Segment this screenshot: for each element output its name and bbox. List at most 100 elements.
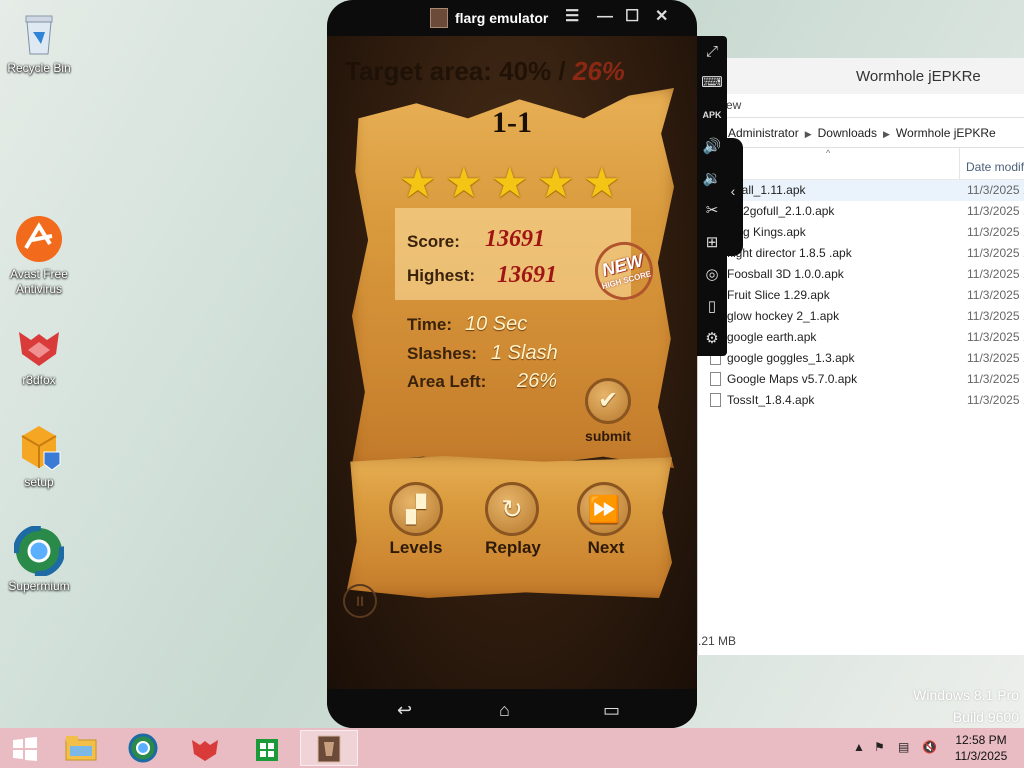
- file-date: 11/3/2025 1: [967, 183, 1024, 197]
- add-window-icon[interactable]: ⊞: [701, 232, 723, 254]
- supermium-icon[interactable]: [114, 730, 172, 766]
- volume-up-icon[interactable]: 🔊: [701, 136, 723, 158]
- file-date: 11/3/2025 1: [967, 246, 1024, 260]
- start-icon[interactable]: [0, 730, 50, 766]
- desktop-icon-label: Supermium: [8, 579, 70, 593]
- watermark-line2: Build 9600: [952, 709, 1019, 725]
- submit-check-icon[interactable]: ✔: [585, 378, 631, 424]
- maximize-button[interactable]: ☐: [625, 8, 639, 26]
- breadcrumb-item[interactable]: Wormhole jEPKRe: [896, 126, 996, 140]
- flag-icon[interactable]: ⚑: [874, 740, 885, 754]
- file-row[interactable]: flight director 1.8.5 .apk 11/3/2025 1: [698, 243, 1024, 264]
- taskbar-clock[interactable]: 12:58 PM 11/3/2025: [945, 732, 1017, 764]
- screenshot-scissors-icon[interactable]: ✂: [701, 200, 723, 222]
- breadcrumb-chevron-icon: ▶: [882, 129, 890, 139]
- next-label[interactable]: Next: [566, 538, 646, 558]
- file-row[interactable]: eBall_1.11.apk 11/3/2025 1: [698, 180, 1024, 201]
- target-area-value: 26%: [572, 56, 625, 86]
- area-left-value: 26%: [517, 370, 558, 392]
- desktop-icon-r3dfox[interactable]: r3dfox: [0, 320, 78, 388]
- file-name: Fruit Slice 1.29.apk: [727, 288, 830, 302]
- home-button[interactable]: ⌂: [499, 700, 510, 721]
- volume-muted-icon[interactable]: 🔇: [922, 740, 937, 754]
- score-label: Score:: [407, 232, 460, 251]
- desktop-icon-recycle-bin[interactable]: Recycle Bin: [0, 8, 78, 76]
- replay-label[interactable]: Replay: [473, 538, 553, 558]
- replay-button[interactable]: ↻: [485, 482, 539, 536]
- flarg-emulator-icon[interactable]: [300, 730, 358, 766]
- star-icon: ★: [537, 159, 575, 206]
- chevron-left-icon: ‹: [730, 183, 736, 199]
- back-button[interactable]: ↩: [397, 700, 412, 721]
- file-date: 11/3/2025 1: [967, 309, 1024, 323]
- file-date: 11/3/2025 1: [967, 372, 1024, 386]
- location-icon[interactable]: ◎: [701, 264, 723, 286]
- highest-label: Highest:: [407, 266, 475, 285]
- time-label: Time:: [407, 315, 453, 334]
- breadcrumb-item[interactable]: Downloads: [818, 126, 877, 140]
- game-screen[interactable]: Target area: 40% / 26% 1-1 ★ ★ ★ ★ ★ Sco…: [327, 36, 697, 689]
- keyboard-icon[interactable]: ⌨: [701, 72, 723, 94]
- settings-icon[interactable]: ⚙: [701, 328, 723, 350]
- file-explorer-window[interactable]: Wormhole jEPKRe ew Administrator ▶ Downloa…: [697, 58, 1024, 655]
- volume-down-icon[interactable]: 🔉: [701, 168, 723, 190]
- levels-button[interactable]: ▞: [389, 482, 443, 536]
- level-number: 1-1: [492, 106, 532, 139]
- file-row[interactable]: Google Maps v5.7.0.apk 11/3/2025 1: [698, 369, 1024, 390]
- file-name: Foosball 3D 1.0.0.apk: [727, 267, 844, 281]
- column-header-date[interactable]: Date modif: [966, 160, 1024, 174]
- desktop-icon-label: r3dfox: [22, 373, 56, 387]
- recents-button[interactable]: ▭: [603, 700, 620, 721]
- emulator-window[interactable]: flarg emulator ☰ — ☐ ✕ Target area: 40% …: [327, 0, 697, 728]
- r3dfox-icon[interactable]: [176, 730, 234, 766]
- store-icon[interactable]: [238, 730, 296, 766]
- explorer-title: Wormhole jEPKRe: [698, 58, 1024, 94]
- target-area-label: Target area: 40% /: [345, 56, 566, 86]
- levels-label[interactable]: Levels: [376, 538, 456, 558]
- file-row[interactable]: google earth.apk 11/3/2025 1: [698, 327, 1024, 348]
- apk-install-icon[interactable]: APK: [701, 104, 723, 126]
- emulator-titlebar[interactable]: flarg emulator ☰ — ☐ ✕: [327, 0, 697, 36]
- next-button[interactable]: ⏩: [577, 482, 631, 536]
- score-value: 13691: [485, 226, 545, 252]
- r3dfox-icon: [14, 320, 64, 370]
- file-date: 11/3/2025 1: [967, 267, 1024, 281]
- address-bar[interactable]: Administrator ▶ Downloads ▶ Wormhole jEPKRe: [698, 118, 1024, 148]
- file-explorer-icon[interactable]: [52, 730, 110, 766]
- network-icon[interactable]: ▤: [898, 740, 909, 754]
- desktop-icon-supermium[interactable]: Supermium: [0, 525, 78, 594]
- shake-icon[interactable]: ▯: [701, 296, 723, 318]
- pause-button[interactable]: II: [343, 584, 377, 618]
- desktop-icon-avast[interactable]: Avast Free Antivirus: [0, 214, 78, 297]
- minimize-button[interactable]: —: [597, 8, 613, 26]
- flarg-logo-icon: [430, 8, 448, 28]
- file-name: ain2gofull_2.1.0.apk: [727, 204, 835, 218]
- submit-label[interactable]: submit: [568, 428, 648, 444]
- chevron-up-icon[interactable]: ▲: [853, 740, 865, 754]
- explorer-ribbon-tab[interactable]: ew: [698, 94, 1024, 118]
- emulator-title: flarg emulator: [455, 10, 549, 26]
- setup-icon: [14, 422, 64, 472]
- avast-icon: [14, 214, 64, 264]
- recycle-bin-icon: [14, 8, 64, 58]
- file-row[interactable]: glow hockey 2_1.apk 11/3/2025 1: [698, 306, 1024, 327]
- file-row[interactable]: Foosball 3D 1.0.0.apk 11/3/2025 1: [698, 264, 1024, 285]
- file-date: 11/3/2025 1: [967, 330, 1024, 344]
- breadcrumb-item[interactable]: Administrator: [728, 126, 799, 140]
- column-header-row: ^ Date modif: [698, 148, 1024, 180]
- file-date: 11/3/2025 1: [967, 351, 1024, 365]
- fullscreen-icon[interactable]: ⤢: [701, 41, 723, 63]
- desktop-icon-setup[interactable]: setup: [0, 422, 78, 490]
- file-row[interactable]: TossIt_1.8.4.apk 11/3/2025 1: [698, 390, 1024, 411]
- menu-icon[interactable]: ☰: [565, 8, 579, 26]
- collapse-toolbar-button[interactable]: ‹: [723, 138, 743, 256]
- clock-date: 11/3/2025: [954, 749, 1008, 763]
- file-name: glow hockey 2_1.apk: [727, 309, 840, 323]
- file-row[interactable]: ain2gofull_2.1.0.apk 11/3/2025 1: [698, 201, 1024, 222]
- file-row[interactable]: google goggles_1.3.apk 11/3/2025 1: [698, 348, 1024, 369]
- column-divider[interactable]: [959, 148, 960, 180]
- file-name: google earth.apk: [727, 330, 817, 344]
- file-row[interactable]: hing Kings.apk 11/3/2025 1: [698, 222, 1024, 243]
- close-button[interactable]: ✕: [655, 8, 668, 26]
- file-row[interactable]: Fruit Slice 1.29.apk 11/3/2025 1: [698, 285, 1024, 306]
